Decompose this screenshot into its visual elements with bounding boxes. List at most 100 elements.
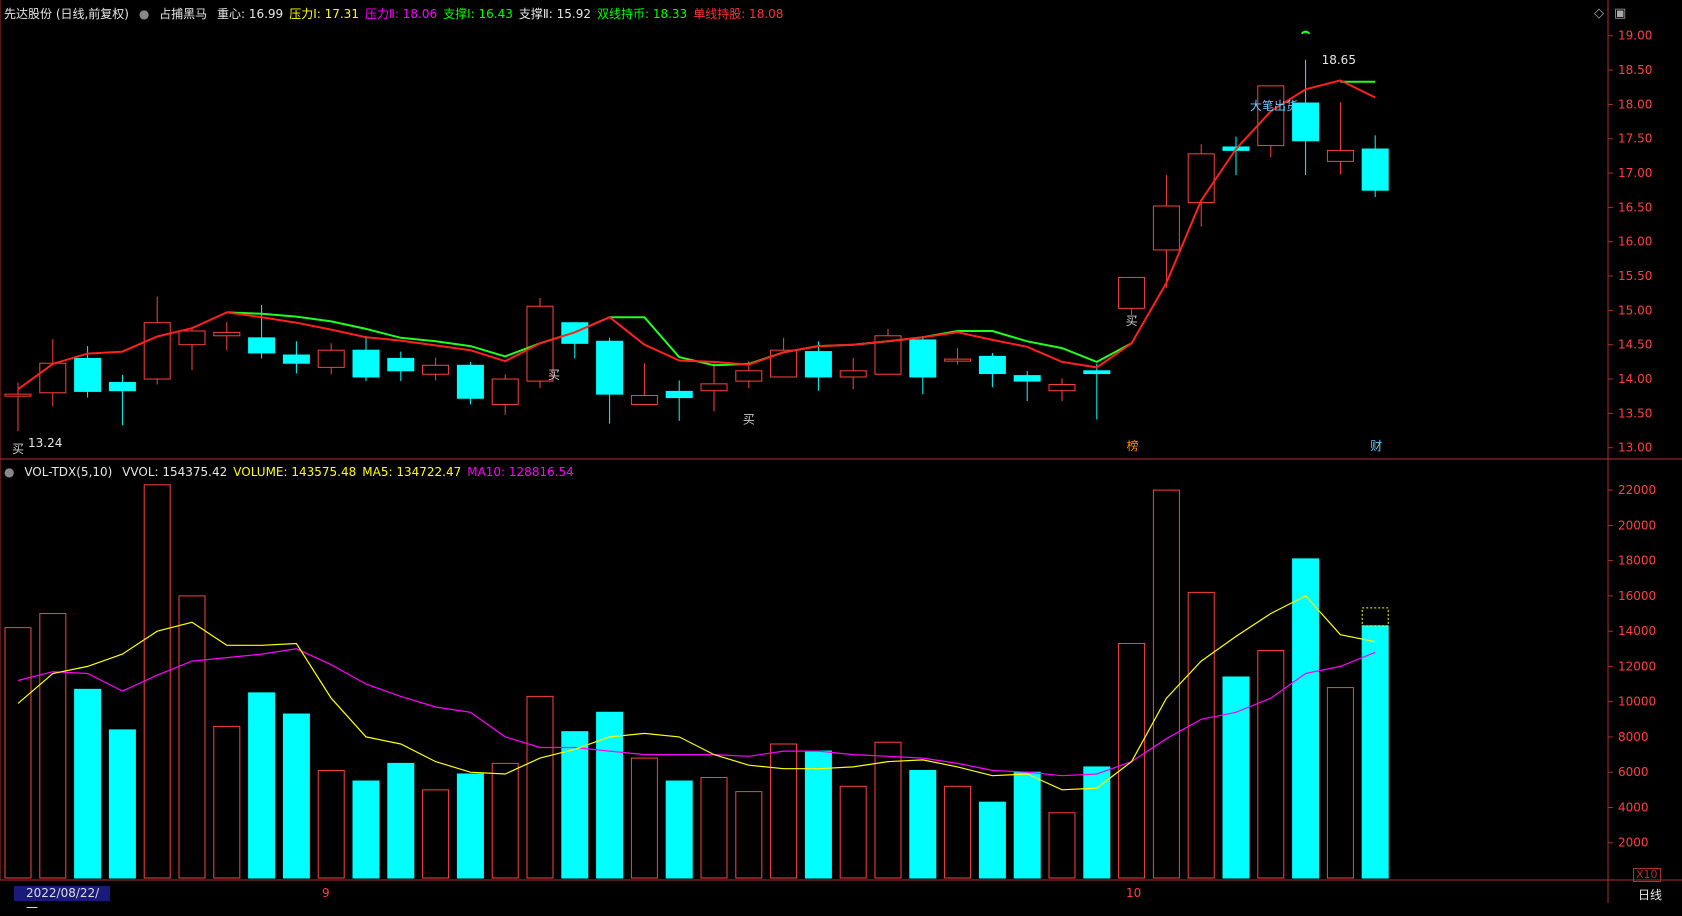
- volume-tick-label: 6000: [1618, 765, 1649, 779]
- stock-chart[interactable]: 13.2418.65大笔出货买买买买榜财 13.0013.5014.0014.5…: [0, 0, 1682, 903]
- volume-tick-label: 4000: [1618, 800, 1649, 814]
- volume-bar: [213, 725, 241, 879]
- candle-body: [352, 349, 380, 378]
- scale-badge[interactable]: X10: [1633, 868, 1661, 882]
- price-header-item: 支撑Ⅱ: 15.92: [518, 7, 591, 21]
- volume-tick-label: 2000: [1618, 836, 1649, 850]
- candle-body: [944, 358, 972, 362]
- volume-bar: [700, 777, 728, 879]
- price-tick-label: 18.50: [1618, 63, 1652, 77]
- price-panel[interactable]: 13.2418.65大笔出货买买买买榜财: [4, 30, 1389, 457]
- candle-body: [804, 351, 832, 378]
- month-9-label: 9: [322, 886, 330, 900]
- candle-body: [108, 381, 136, 392]
- volume-bar: [1257, 650, 1285, 879]
- volume-bar: [282, 713, 310, 879]
- volume-bar: [735, 791, 763, 879]
- volume-bar: [1326, 687, 1354, 879]
- candle-body: [700, 383, 728, 392]
- volume-tick-label: 20000: [1618, 518, 1656, 532]
- candle-body: [248, 337, 276, 354]
- price-tick-label: 17.00: [1618, 166, 1652, 180]
- indicator-name[interactable]: 占捕黑马: [159, 7, 207, 21]
- period-label[interactable]: 日线: [1638, 886, 1662, 903]
- volume-bar: [39, 613, 67, 879]
- candle-body: [1187, 153, 1215, 204]
- volume-bar: [178, 595, 206, 879]
- volume-bar: [978, 801, 1006, 879]
- volume-bar: [1083, 766, 1111, 879]
- signal-icon: [1300, 30, 1311, 35]
- volume-bar: [909, 769, 937, 879]
- candle-body: [978, 355, 1006, 375]
- volume-indicator-name[interactable]: VOL-TDX(5,10): [24, 465, 112, 479]
- candle-body: [282, 354, 310, 364]
- volume-header-item: VVOL: 154375.42: [122, 465, 228, 479]
- price-tick-label: 14.50: [1618, 338, 1652, 352]
- candle-body: [178, 330, 206, 346]
- price-tick-label: 13.00: [1618, 441, 1652, 455]
- candle-body: [317, 349, 345, 368]
- indicator-dot-icon[interactable]: ●: [4, 465, 14, 479]
- price-tick-label: 15.00: [1618, 303, 1652, 317]
- volume-bar: [387, 762, 415, 879]
- buy-marker: 买: [548, 368, 560, 382]
- month-10-label: 10: [1126, 886, 1142, 900]
- volume-bar: [4, 627, 32, 879]
- volume-bar: [1361, 625, 1389, 879]
- volume-panel[interactable]: [4, 484, 1389, 879]
- buy-marker: 买: [1126, 314, 1138, 328]
- volume-tick-label: 22000: [1618, 483, 1656, 497]
- volume-tick-label: 8000: [1618, 730, 1649, 744]
- candle-body: [39, 362, 67, 394]
- volume-bar: [352, 780, 380, 879]
- chart-title: 先达股份 (日线,前复权): [4, 7, 129, 21]
- candle-body: [1013, 375, 1041, 382]
- y-axis: 13.00 13.50 14.00 14.50 15.00 15.50 16.00 16.50…: [1608, 29, 1656, 850]
- volume-projection-box: [1361, 607, 1389, 627]
- candle-body: [735, 370, 763, 382]
- candle-body: [839, 370, 867, 378]
- candle-body: [630, 395, 658, 405]
- price-tick-label: 18.00: [1618, 97, 1652, 111]
- volume-bar: [1013, 771, 1041, 879]
- candle-body: [1326, 149, 1354, 162]
- price-header-item: 重心: 16.99: [216, 7, 284, 21]
- price-header-item: 压力Ⅱ: 18.06: [364, 7, 438, 21]
- volume-header: ● VOL-TDX(5,10) VVOL: 154375.42 VOLUME: 1…: [4, 464, 586, 480]
- volume-bar: [770, 743, 798, 879]
- candle-body: [491, 378, 519, 405]
- volume-bar: [630, 757, 658, 879]
- candle-body: [909, 339, 937, 378]
- candle-body: [213, 331, 241, 337]
- volume-bar: [1222, 676, 1250, 879]
- price-header-item: 双线持币: 18.33: [596, 7, 688, 21]
- candle-body: [1361, 148, 1389, 191]
- rank-marker: 榜: [1127, 438, 1139, 453]
- volume-bar: [491, 762, 519, 879]
- finance-marker: 财: [1370, 439, 1382, 453]
- volume-bar: [422, 789, 450, 879]
- diamond-icon[interactable]: ◇: [1594, 6, 1604, 21]
- price-tick-label: 17.50: [1618, 132, 1652, 146]
- maximize-icon[interactable]: ▣: [1614, 6, 1626, 21]
- volume-bar: [1152, 489, 1180, 879]
- candle-body: [1048, 384, 1076, 392]
- candle-body: [596, 340, 624, 395]
- volume-header-item: MA10: 128816.54: [467, 465, 574, 479]
- indicator-dot-icon[interactable]: ●: [139, 7, 149, 21]
- date-cursor-label: 2022/08/22/一: [14, 886, 110, 915]
- volume-header-item: MA5: 134722.47: [362, 465, 462, 479]
- volume-bar: [804, 750, 832, 879]
- price-header: 先达股份 (日线,前复权) ● 占捕黑马 重心: 16.99 压力Ⅰ: 17.31…: [4, 6, 795, 22]
- candle-body: [422, 364, 450, 375]
- price-header-item: 单线持股: 18.08: [693, 7, 784, 21]
- price-header-item: 压力Ⅰ: 17.31: [289, 7, 359, 21]
- buy-marker: 买: [12, 442, 24, 456]
- volume-bar: [839, 785, 867, 879]
- volume-bar: [526, 695, 554, 879]
- volume-bar: [143, 484, 171, 879]
- volume-tick-label: 18000: [1618, 554, 1656, 568]
- buy-marker: 买: [743, 412, 755, 426]
- price-tick-label: 19.00: [1618, 29, 1652, 43]
